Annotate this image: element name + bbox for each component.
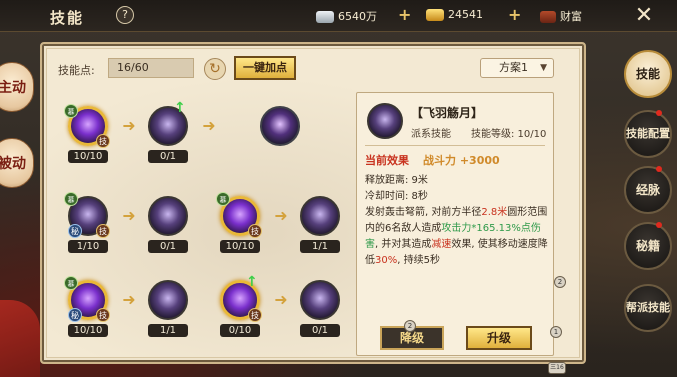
scheme-dropdown[interactable]: 方案1 ▼	[480, 58, 554, 78]
skill-level-count: 0/1	[148, 240, 188, 253]
one-click-allocate-button[interactable]: 一键加点	[234, 56, 296, 80]
scroll-knob: 2	[554, 276, 566, 288]
skill-points-value: 16/60	[108, 58, 194, 78]
mi-badge-icon: 秘	[68, 308, 82, 322]
notification-dot	[656, 166, 662, 172]
xin-badge-icon: 慕	[216, 192, 230, 206]
scheme-value: 方案1	[499, 61, 528, 74]
desc-slow: 减速	[431, 239, 452, 250]
cast-range: 释放距离: 9米	[365, 175, 428, 186]
menu-guild-skills[interactable]: 帮派技能	[624, 284, 672, 332]
skill-level-count: 1/1	[300, 240, 340, 253]
scroll-knob: 1	[550, 326, 562, 338]
arrow-right-icon: ➜	[274, 290, 288, 309]
ji-badge-icon: 技	[96, 308, 110, 322]
help-button[interactable]: ?	[116, 6, 134, 24]
skill-node-r2-4[interactable]	[300, 196, 340, 236]
wealth-link[interactable]: 财富	[540, 8, 582, 24]
mi-badge-icon: 秘	[68, 224, 82, 238]
xin-badge-icon: 慕	[64, 104, 78, 118]
top-bar: 技能 ? 6540万 + 24541 + 财富 ✕	[0, 0, 677, 32]
current-effect-value: 战斗力 +3000	[423, 154, 500, 167]
divider	[365, 145, 545, 146]
arrow-right-icon: ➜	[202, 116, 216, 135]
skill-school: 派系技能	[411, 129, 451, 140]
skill-level-count: 0/1	[300, 324, 340, 337]
cooldown: 冷却时间: 8秒	[365, 191, 428, 202]
menu-skill-config[interactable]: 技能配置	[624, 110, 672, 158]
skill-detail-icon	[367, 103, 403, 139]
menu-secret-manuals[interactable]: 秘籍	[624, 222, 672, 270]
skill-node-r3-2[interactable]	[148, 280, 188, 320]
skill-node-r2-2[interactable]	[148, 196, 188, 236]
reset-points-button[interactable]: ↻	[204, 58, 226, 80]
desc-part: 发射轰击弩箭, 对前方半径	[365, 207, 482, 218]
menu-meridians[interactable]: 经脉	[624, 166, 672, 214]
ji-badge-icon: 技	[248, 308, 262, 322]
notification-dot	[656, 110, 662, 116]
gold-currency: 24541	[426, 8, 483, 24]
add-gold-button[interactable]: +	[508, 5, 521, 24]
skill-node-r3-4[interactable]	[300, 280, 340, 320]
arrow-right-icon: ➜	[122, 116, 136, 135]
ji-badge-icon: 技	[96, 224, 110, 238]
chevron-down-icon: ▼	[540, 63, 547, 73]
refresh-icon: ↻	[209, 61, 221, 77]
xin-badge-icon: 慕	[64, 276, 78, 290]
skill-points-label: 技能点:	[58, 64, 95, 77]
silver-currency: 6540万	[316, 8, 377, 24]
ji-badge-icon: 技	[248, 224, 262, 238]
skill-node-r1-3[interactable]	[260, 106, 300, 146]
red-tassel-decoration	[0, 300, 40, 377]
upgrade-button[interactable]: 升级	[466, 326, 532, 350]
skill-level: 技能等级: 10/10	[471, 129, 547, 140]
silver-amount: 6540万	[338, 10, 377, 23]
arrow-right-icon: ➜	[122, 290, 136, 309]
add-silver-button[interactable]: +	[398, 5, 411, 24]
notification-dot	[656, 222, 662, 228]
skill-name: 【飞羽觞月】	[411, 106, 484, 120]
skill-level-count: 1/1	[148, 324, 188, 337]
treasure-chest-icon	[540, 11, 556, 23]
skill-level-count: 10/10	[220, 240, 260, 253]
desc-radius: 2.8米	[481, 207, 508, 218]
scroll-knob: 2	[404, 320, 416, 332]
xin-badge-icon: 慕	[64, 192, 78, 206]
upgrade-available-icon: ↑	[246, 274, 258, 290]
skill-detail-panel: 【飞羽觞月】 派系技能 技能等级: 10/10 当前效果 战斗力 +3000 释…	[356, 92, 554, 356]
skill-level-count: 10/10	[68, 150, 108, 163]
desc-part: , 并对其造成	[375, 239, 432, 250]
skill-level-count: 0/1	[148, 150, 188, 163]
skill-level-count: 1/10	[68, 240, 108, 253]
skill-level-count: 10/10	[68, 324, 108, 337]
wealth-label: 财富	[560, 10, 582, 23]
ji-badge-icon: 技	[96, 134, 110, 148]
menu-skills[interactable]: 技能	[624, 50, 672, 98]
skill-level-count: 0/10	[220, 324, 260, 337]
arrow-right-icon: ➜	[122, 206, 136, 225]
desc-slow-pct: 30%	[375, 255, 398, 266]
close-button[interactable]: ✕	[630, 4, 658, 30]
arrow-right-icon: ➜	[274, 206, 288, 225]
page-title: 技能	[50, 9, 85, 27]
gold-amount: 24541	[448, 8, 483, 21]
current-effect-label: 当前效果	[365, 154, 409, 167]
upgrade-available-icon: ↑	[174, 100, 186, 116]
gold-ingot-icon	[426, 9, 444, 21]
skill-description: 发射轰击弩箭, 对前方半径2.8米圆形范围内的6名敌人造成攻击力*165.13%…	[365, 205, 551, 269]
silver-ingot-icon	[316, 11, 334, 23]
desc-part: , 持续5秒	[397, 255, 440, 266]
page-indicator: 三16	[548, 362, 566, 374]
